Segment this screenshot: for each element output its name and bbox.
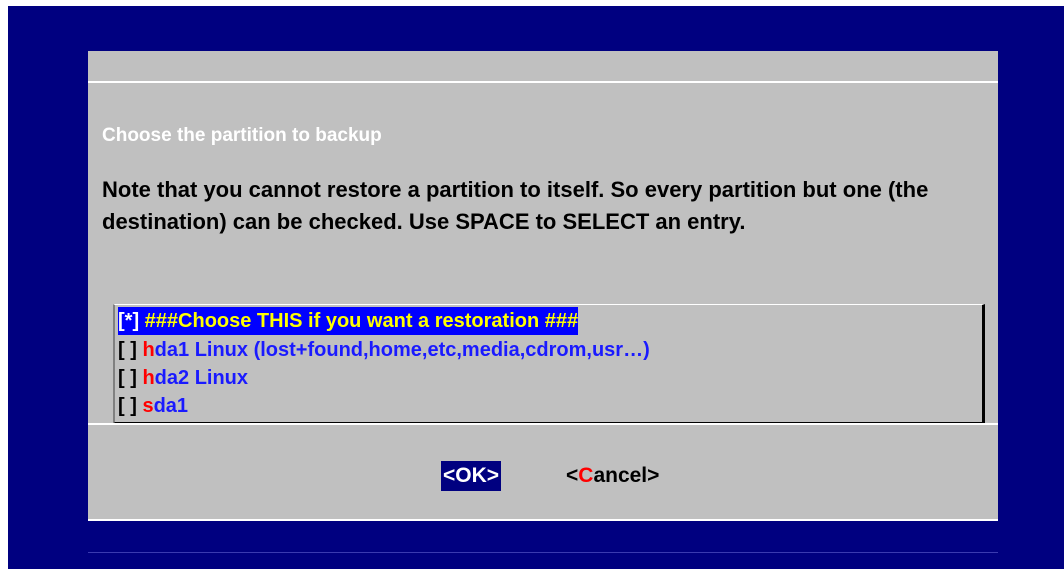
cancel-hotkey: C <box>578 464 594 487</box>
ok-button[interactable]: <OK> <box>441 461 502 491</box>
list-item-hda1[interactable]: [ ] hda1 Linux (lost+found,home,etc,medi… <box>118 336 650 364</box>
cancel-button[interactable]: <Cancel> <box>566 461 659 491</box>
list-item-restoration[interactable]: [*] ###Choose THIS if you want a restora… <box>118 307 579 335</box>
list-item-hotkey: s <box>142 395 154 417</box>
cancel-prefix: < <box>566 464 579 487</box>
cancel-suffix: ancel> <box>593 464 660 487</box>
list-item-label: da1 <box>153 395 189 417</box>
checkbox-restoration[interactable]: [*] <box>118 310 139 332</box>
bottom-separator <box>88 552 998 553</box>
buttons-divider <box>88 423 998 425</box>
list-item-hda2[interactable]: [ ] hda2 Linux <box>118 364 248 392</box>
checkbox-sda1[interactable]: [ ] <box>118 395 137 417</box>
list-item-sda1[interactable]: [ ] sda1 <box>118 392 188 420</box>
list-item-label: da2 Linux <box>154 367 249 389</box>
list-item-hotkey: h <box>142 339 155 361</box>
list-item-label: ###Choose THIS if you want a restoration… <box>139 310 579 332</box>
list-item-label: da1 Linux (lost+found,home,etc,media,cdr… <box>154 339 650 361</box>
dialog-title: Choose the partition to backup <box>102 125 382 146</box>
dialog-titlebar <box>88 51 998 83</box>
partition-listbox[interactable]: [*] ###Choose THIS if you want a restora… <box>113 304 985 424</box>
checkbox-hda2[interactable]: [ ] <box>118 367 137 389</box>
list-item-hotkey: h <box>142 367 155 389</box>
partition-dialog: Choose the partition to backup Note that… <box>88 51 998 521</box>
checkbox-hda1[interactable]: [ ] <box>118 339 137 361</box>
dialog-note: Note that you cannot restore a partition… <box>102 177 929 234</box>
